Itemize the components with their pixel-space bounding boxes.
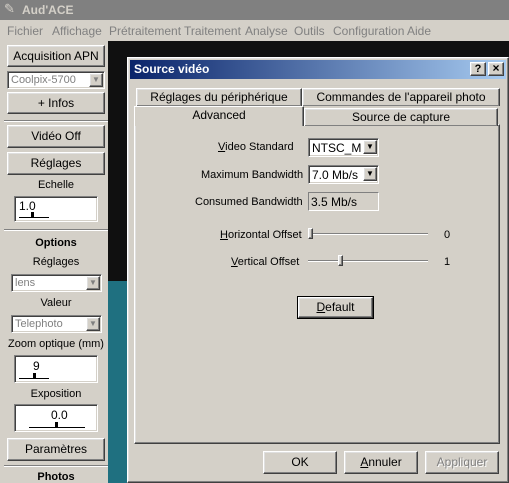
app-icon: ✎ [4,1,15,16]
echelle-field[interactable]: 1.0 [14,196,98,222]
horizontal-offset-slider[interactable] [308,226,431,242]
acquisition-button[interactable]: Acquisition APN [7,45,105,67]
video-standard-value: NTSC_M [312,141,362,155]
video-standard-label: Video Standard [218,141,294,153]
apply-button[interactable]: Appliquer [425,451,499,474]
separator [4,465,108,467]
photos-heading: Photos [37,471,75,483]
chevron-down-icon[interactable]: ▼ [86,317,100,331]
chevron-down-icon[interactable]: ▼ [363,140,377,154]
menu-bar: Fichier Affichage Prétraitement Traiteme… [0,20,509,41]
parametres-button[interactable]: Paramètres [7,438,105,461]
menu-aide[interactable]: Aide [407,24,431,38]
app-title: Aud'ACE [22,3,74,17]
max-bandwidth-label: Maximum Bandwidth [201,169,304,181]
zoom-field[interactable]: 9 [14,355,98,383]
consumed-bandwidth-label: Consumed Bandwidth [195,196,303,208]
default-button[interactable]: Default [298,297,373,318]
max-bandwidth-select[interactable]: 7.0 Mb/s ▼ [308,165,379,184]
left-panel: Acquisition APN Coolpix-5700 ▼ + Infos V… [0,41,108,483]
dialog-title: Source vidéo [134,62,210,76]
reglages-select[interactable]: lens ▼ [11,274,102,292]
video-off-button[interactable]: Vidéo Off [7,125,105,148]
tab-reglages-peripherique[interactable]: Réglages du périphérique [136,88,302,106]
consumed-bandwidth-field: 3.5 Mb/s [308,192,379,211]
echelle-value: 1.0 [19,199,36,213]
zoom-slider[interactable] [19,373,49,379]
exposition-label: Exposition [30,388,82,400]
reglages-label: Réglages [32,256,80,268]
reglages-button[interactable]: Réglages [7,152,105,175]
horizontal-offset-value: 0 [444,229,451,241]
zoom-value: 9 [33,359,40,373]
menu-traitement[interactable]: Traitement [184,24,241,38]
valeur-select[interactable]: Telephoto ▼ [11,315,102,333]
tab-commandes-appareil[interactable]: Commandes de l'appareil photo [302,88,500,106]
chevron-down-icon[interactable]: ▼ [363,167,377,181]
exposition-slider[interactable] [29,422,85,428]
horizontal-offset-label: Horizontal Offset [220,229,302,241]
cancel-button[interactable]: Annuler [344,451,418,474]
menu-outils[interactable]: Outils [294,24,325,38]
app-title-bar: ✎ Aud'ACE [0,0,509,20]
zoom-label: Zoom optique (mm) [8,338,104,350]
help-button[interactable]: ? [470,62,486,76]
menu-pretraitement[interactable]: Prétraitement [109,24,181,38]
consumed-bandwidth-value: 3.5 Mb/s [311,195,358,209]
options-heading: Options [35,237,77,249]
ok-button[interactable]: OK [263,451,337,474]
valeur-select-value: Telephoto [15,318,63,330]
exposition-value: 0.0 [51,408,68,422]
vertical-offset-slider[interactable] [308,253,431,269]
exposition-field[interactable]: 0.0 [14,404,98,432]
tab-advanced[interactable]: Advanced [134,106,304,126]
menu-fichier[interactable]: Fichier [7,24,43,38]
chevron-down-icon[interactable]: ▼ [86,276,100,290]
close-icon: × [492,61,500,75]
valeur-label: Valeur [40,297,72,309]
vertical-offset-label: Vertical Offset [231,256,300,268]
separator [4,229,108,231]
menu-affichage[interactable]: Affichage [52,24,102,38]
dialog-title-bar: Source vidéo ? × [130,60,506,79]
close-button[interactable]: × [488,62,504,76]
source-video-dialog: Source vidéo ? × Réglages du périphériqu… [127,57,509,483]
tab-source-capture[interactable]: Source de capture [304,108,498,126]
chevron-down-icon[interactable]: ▼ [89,73,103,87]
max-bandwidth-value: 7.0 Mb/s [312,168,359,182]
infos-button[interactable]: + Infos [7,92,105,114]
echelle-slider[interactable] [19,212,49,218]
camera-select[interactable]: Coolpix-5700 ▼ [7,71,105,89]
menu-configuration[interactable]: Configuration [333,24,404,38]
vertical-offset-value: 1 [444,256,451,268]
vertical-offset-thumb[interactable] [338,255,343,266]
separator [4,120,108,122]
reglages-select-value: lens [15,277,36,289]
horizontal-offset-thumb[interactable] [308,228,313,239]
help-icon: ? [474,63,482,75]
echelle-label: Echelle [37,179,75,191]
menu-analyse[interactable]: Analyse [245,24,288,38]
camera-select-value: Coolpix-5700 [11,74,76,86]
video-standard-select[interactable]: NTSC_M ▼ [308,138,379,157]
